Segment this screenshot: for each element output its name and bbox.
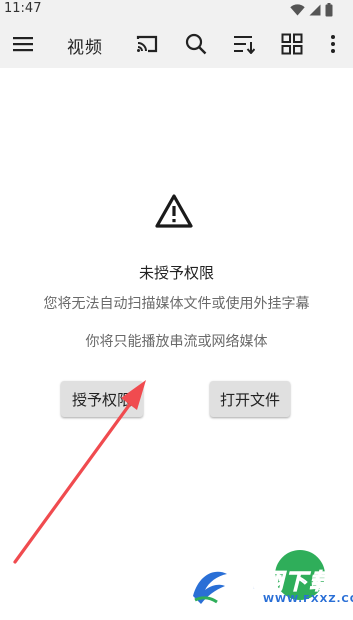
watermark: 飞翔下载 WWW.FXXZ.COM	[185, 548, 353, 614]
status-bar: 11:47	[0, 0, 353, 20]
warning-icon	[155, 194, 193, 228]
grant-permission-button[interactable]: 授予权限	[61, 381, 143, 417]
open-file-button[interactable]: 打开文件	[210, 381, 290, 417]
app-bar: 视频	[0, 20, 353, 68]
search-button[interactable]	[178, 20, 214, 68]
watermark-url: WWW.FXXZ.COM	[263, 594, 353, 605]
status-time: 11:47	[4, 1, 42, 16]
grant-permission-label: 授予权限	[71, 390, 132, 409]
permission-message-line2: 你将只能播放串流或网络媒体	[85, 334, 268, 350]
sort-button[interactable]	[226, 20, 262, 68]
menu-icon	[13, 37, 33, 52]
battery-icon	[325, 3, 333, 17]
more-options-icon	[331, 35, 335, 53]
watermark-brand: 飞翔下载	[236, 570, 334, 596]
permission-message-line1: 您将无法自动扫描媒体文件或使用外挂字幕	[43, 296, 310, 312]
grid-view-icon	[281, 33, 303, 55]
app-title: 视频	[67, 38, 103, 58]
cast-icon	[136, 35, 158, 53]
menu-button[interactable]	[5, 20, 41, 68]
status-icons	[290, 2, 333, 18]
open-file-label: 打开文件	[219, 390, 280, 409]
watermark-logo-icon	[186, 565, 228, 607]
video-player-screen: 11:47 视频 未授予权限 您将无法自动扫描媒体文件或使用外挂字幕 你将只能播…	[0, 0, 353, 620]
search-icon	[185, 33, 207, 55]
signal-icon	[309, 4, 321, 16]
wifi-icon	[290, 4, 305, 16]
sort-icon	[234, 36, 255, 54]
permission-title: 未授予权限	[138, 264, 214, 282]
arrow-shaft	[13, 402, 132, 564]
grid-view-button[interactable]	[274, 20, 310, 68]
cast-button[interactable]	[129, 20, 165, 68]
more-options-button[interactable]	[316, 20, 350, 68]
